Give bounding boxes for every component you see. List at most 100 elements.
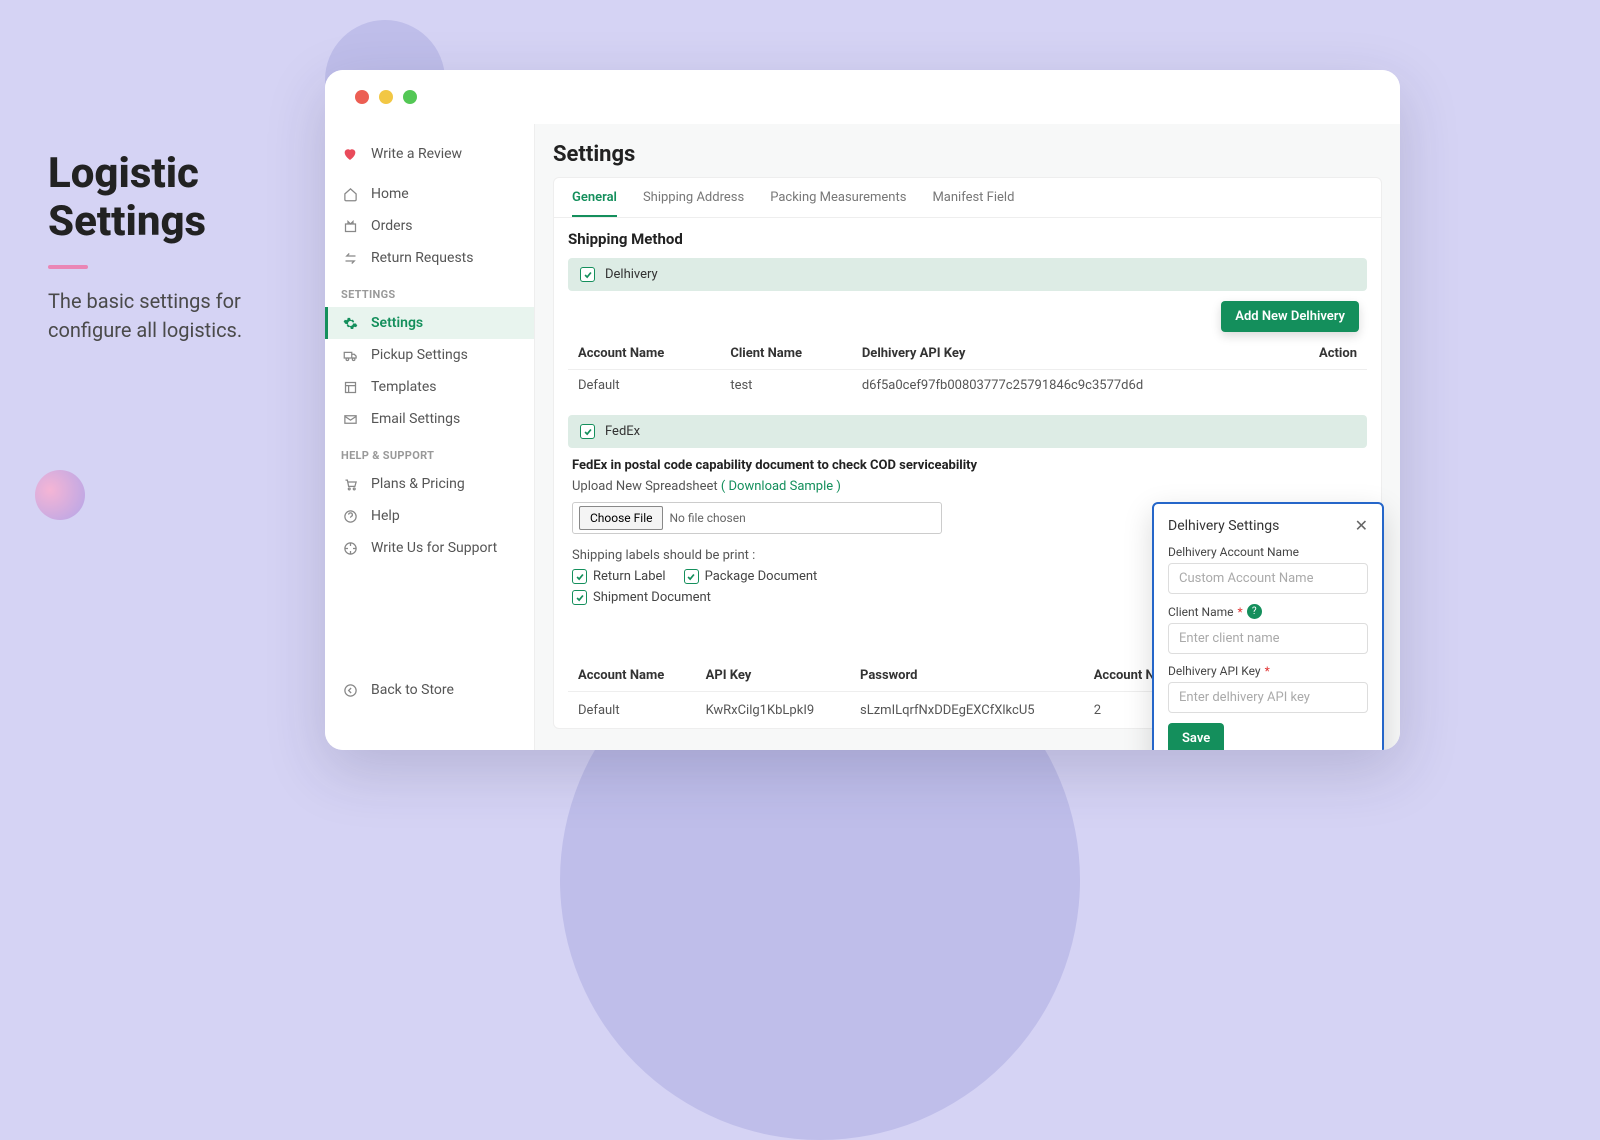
support-icon: [341, 541, 359, 556]
col-header: Account Name: [568, 660, 696, 692]
popover-title: Delhivery Settings: [1168, 518, 1279, 534]
checkbox-icon[interactable]: [580, 424, 595, 439]
cell-action: [1284, 370, 1367, 402]
section-title-shipping-method: Shipping Method: [568, 230, 1367, 248]
truck-icon: [341, 348, 359, 363]
col-header: Client Name: [720, 338, 852, 370]
back-arrow-icon: [341, 683, 359, 698]
upload-label: Upload New Spreadsheet: [572, 479, 718, 494]
field-label-account-name: Delhivery Account Name: [1168, 545, 1368, 559]
cell-account: Default: [568, 370, 720, 402]
sidebar-item-label: Write a Review: [371, 146, 462, 162]
col-header: Delhivery API Key: [852, 338, 1284, 370]
help-badge-icon[interactable]: ?: [1247, 604, 1262, 619]
app-window: Write a Review Home Orders Return Reques…: [325, 70, 1400, 750]
sidebar-item-settings[interactable]: Settings: [325, 307, 534, 339]
sidebar-item-label: Home: [371, 186, 409, 202]
sidebar-item-help[interactable]: Help: [325, 500, 534, 532]
print-label: Shipping labels should be print :: [572, 548, 1163, 563]
sidebar-item-templates[interactable]: Templates: [325, 371, 534, 403]
cell-api-key: KwRxCilg1KbLpkI9: [696, 692, 850, 729]
sidebar-item-label: Templates: [371, 379, 437, 395]
col-header: API Key: [696, 660, 850, 692]
sidebar-item-return-requests[interactable]: Return Requests: [325, 242, 534, 274]
upload-row: Upload New Spreadsheet ( Download Sample…: [568, 473, 1367, 502]
field-label-api-key: Delhivery API Key *: [1168, 664, 1368, 678]
tab-shipping-address[interactable]: Shipping Address: [643, 178, 744, 217]
sidebar-item-write-review[interactable]: Write a Review: [325, 138, 534, 170]
template-icon: [341, 380, 359, 395]
heart-icon: [341, 146, 359, 162]
col-header: Action: [1284, 338, 1367, 370]
page-title: Settings: [553, 142, 1382, 167]
field-label-client-name: Client Name * ?: [1168, 604, 1368, 619]
hero-subtitle: The basic settings for configure all log…: [48, 287, 298, 345]
download-sample-link[interactable]: ( Download Sample ): [721, 479, 841, 494]
sidebar-item-orders[interactable]: Orders: [325, 210, 534, 242]
method-name: FedEx: [605, 424, 640, 439]
minimize-dot[interactable]: [379, 90, 393, 104]
no-file-text: No file chosen: [669, 511, 745, 525]
cell-password: sLzmILqrfNxDDEgEXCfXlkcU5: [850, 692, 1084, 729]
mail-icon: [341, 412, 359, 427]
col-header: Password: [850, 660, 1084, 692]
sidebar-item-label: Back to Store: [371, 682, 454, 698]
hero-divider: [48, 265, 88, 269]
window-titlebar: [325, 70, 1400, 124]
delhivery-settings-popover: Delhivery Settings ✕ Delhivery Account N…: [1152, 502, 1384, 750]
table-row: Default test d6f5a0cef97fb00803777c25791…: [568, 370, 1367, 402]
orders-icon: [341, 219, 359, 234]
sidebar-item-plans-pricing[interactable]: Plans & Pricing: [325, 468, 534, 500]
method-name: Delhivery: [605, 267, 658, 282]
sidebar-item-home[interactable]: Home: [325, 178, 534, 210]
delhivery-table: Account Name Client Name Delhivery API K…: [568, 338, 1367, 401]
method-header-fedex[interactable]: FedEx: [568, 415, 1367, 448]
cell-client: test: [720, 370, 852, 402]
api-key-input[interactable]: [1168, 682, 1368, 713]
decorative-circle: [35, 470, 85, 520]
checkbox-package-document[interactable]: Package Document: [684, 569, 818, 584]
maximize-dot[interactable]: [403, 90, 417, 104]
gear-icon: [341, 316, 359, 331]
tab-general[interactable]: General: [572, 178, 617, 217]
close-icon[interactable]: ✕: [1355, 516, 1368, 535]
sidebar-item-label: Help: [371, 508, 400, 524]
method-header-delhivery[interactable]: Delhivery: [568, 258, 1367, 291]
client-name-input[interactable]: [1168, 623, 1368, 654]
choose-file-button[interactable]: Choose File: [579, 506, 663, 530]
checkbox-return-label[interactable]: Return Label: [572, 569, 666, 584]
tab-packing-measurements[interactable]: Packing Measurements: [770, 178, 906, 217]
sidebar-header-help: HELP & SUPPORT: [325, 435, 534, 468]
save-button[interactable]: Save: [1168, 723, 1224, 750]
home-icon: [341, 187, 359, 202]
sidebar-item-pickup-settings[interactable]: Pickup Settings: [325, 339, 534, 371]
help-icon: [341, 509, 359, 524]
sidebar-item-email-settings[interactable]: Email Settings: [325, 403, 534, 435]
tab-manifest-field[interactable]: Manifest Field: [932, 178, 1014, 217]
file-input[interactable]: Choose File No file chosen: [572, 502, 942, 534]
sidebar-item-label: Orders: [371, 218, 413, 234]
main-content: Settings General Shipping Address Packin…: [535, 124, 1400, 750]
close-dot[interactable]: [355, 90, 369, 104]
sidebar-item-back-to-store[interactable]: Back to Store: [325, 674, 534, 706]
account-name-input[interactable]: [1168, 563, 1368, 594]
cell-account: Default: [568, 692, 696, 729]
hero-title: Logistic Settings: [48, 150, 298, 247]
sidebar: Write a Review Home Orders Return Reques…: [325, 124, 535, 750]
sidebar-item-label: Return Requests: [371, 250, 473, 266]
return-icon: [341, 251, 359, 266]
sidebar-item-label: Plans & Pricing: [371, 476, 465, 492]
tabs-row: General Shipping Address Packing Measure…: [554, 178, 1381, 218]
sidebar-item-label: Write Us for Support: [371, 540, 497, 556]
sidebar-item-label: Email Settings: [371, 411, 460, 427]
sidebar-header-settings: SETTINGS: [325, 274, 534, 307]
sidebar-item-label: Pickup Settings: [371, 347, 468, 363]
add-new-delhivery-button[interactable]: Add New Delhivery: [1221, 301, 1359, 332]
col-header: Account Name: [568, 338, 720, 370]
hero-text: Logistic Settings The basic settings for…: [48, 150, 298, 345]
sidebar-item-label: Settings: [371, 315, 423, 331]
sidebar-item-write-support[interactable]: Write Us for Support: [325, 532, 534, 564]
cell-api-key: d6f5a0cef97fb00803777c25791846c9c3577d6d: [852, 370, 1284, 402]
checkbox-icon[interactable]: [580, 267, 595, 282]
checkbox-shipment-document[interactable]: Shipment Document: [572, 590, 711, 605]
